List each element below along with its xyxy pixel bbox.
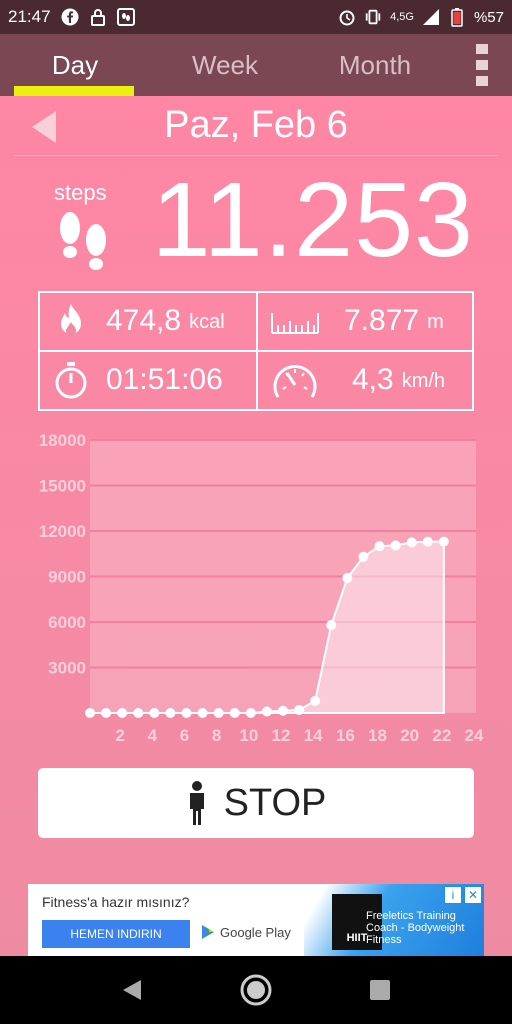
x-tick-label: 18 [368,726,387,745]
x-tick-label: 10 [239,726,258,745]
person-icon [189,781,204,825]
chart-point [261,706,272,717]
ad-info-icon[interactable]: i [444,886,462,904]
chart-point [342,573,353,584]
ad-title: Fitness'a hazır mısınız? [42,894,190,910]
flame-icon [61,304,81,336]
back-nav-icon[interactable] [112,970,152,1010]
steps-by-hour-chart: 3000600090001200015000180002 4 6 8 10 12 14 16 1… [39,431,484,745]
y-tick-label: 12000 [39,522,86,541]
chart-point [165,708,176,718]
vibrate-icon [364,8,382,26]
home-nav-icon[interactable] [236,970,276,1010]
ad-description: Freeletics Training Coach - Bodyweight F… [366,910,465,946]
y-tick-label: 15000 [39,477,86,496]
ad-close-icon[interactable]: ✕ [464,886,482,904]
chart-point [326,620,337,631]
x-tick-label: 6 [180,726,189,745]
calories-value: 474,8 [106,304,182,337]
ad-badges: i ✕ [444,886,482,904]
y-tick-label: 3000 [48,659,86,678]
chart-point [294,704,305,715]
date-title: Paz, Feb 6 [164,104,348,146]
ruler-icon [271,313,319,334]
signal-icon [422,8,440,26]
x-tick-label: 2 [115,726,124,745]
chart-point [245,708,256,718]
calories-unit: kcal [189,310,225,333]
x-tick-label: 24 [465,726,484,745]
speedometer-icon [273,365,317,398]
steps-block: steps 11.253 [40,161,480,280]
chart-point [390,540,401,551]
chart-point [310,695,321,706]
distance-stat: 7.877 m [344,293,444,349]
chart-point [101,708,112,718]
status-bar: 21:47 4,5G %57 [0,0,512,34]
chart-point [229,708,240,718]
chart-point [406,537,417,548]
lock-icon [89,8,107,26]
ad-banner[interactable]: Fitness'a hazır mısınız? HEMEN INDIRIN G… [28,884,484,956]
speed-unit: km/h [401,369,446,392]
chart-point [117,708,128,718]
tab-week[interactable]: Week [150,34,300,96]
chart-point [358,551,369,562]
store-name: Google Play [220,924,291,940]
x-tick-label: 14 [304,726,323,745]
tab-month[interactable]: Month [300,34,450,96]
x-tick-label: 12 [272,726,291,745]
chart-point [181,708,192,718]
google-play-badge: Google Play [200,924,291,940]
y-tick-label: 9000 [48,568,86,587]
chart-point [197,708,208,718]
tab-bar: Day Week Month [0,34,512,96]
y-tick-label: 18000 [39,431,86,450]
stopwatch-icon [55,362,87,399]
date-bar: Paz, Feb 6 [14,98,498,156]
duration-value: 01:51:06 [106,363,223,396]
battery-level: %57 [473,8,504,26]
ad-install-button[interactable]: HEMEN INDIRIN [42,920,190,948]
network-type: 4,5G [390,11,414,23]
battery-icon [448,8,466,27]
footprints-icon [60,212,106,270]
distance-value: 7.877 [344,304,420,337]
chart-point [133,708,144,718]
chart-point [422,536,433,547]
y-tick-label: 6000 [48,613,86,632]
stop-button-label: STOP [223,781,327,824]
distance-unit: m [427,310,444,333]
chart-point [438,536,449,547]
chart-point [213,708,224,718]
chart-point [149,708,160,718]
calories-stat: 474,8 kcal [106,293,225,349]
overflow-menu-icon[interactable] [474,44,490,86]
facebook-icon [61,8,79,26]
x-tick-label: 4 [148,726,158,745]
stop-button[interactable]: STOP [38,768,474,838]
chart-point [278,705,288,716]
alarm-icon [338,8,356,26]
x-tick-label: 8 [212,726,221,745]
duration-stat: 01:51:06 [106,352,223,408]
tab-day[interactable]: Day [0,34,150,96]
clock: 21:47 [8,7,51,26]
x-tick-label: 22 [432,726,451,745]
steps-count: 11.253 [151,161,474,279]
x-tick-label: 20 [400,726,419,745]
steps-label: steps [54,180,107,205]
chart-point [85,708,95,718]
google-play-icon [202,925,214,939]
recents-nav-icon[interactable] [360,970,400,1010]
chart-point [374,541,385,552]
hiit-logo-text: HIIT [346,932,368,944]
x-tick-label: 16 [336,726,355,745]
steps-notification-icon [116,8,135,26]
stats-grid: 474,8 kcal 7.877 m 01:51:06 4,3 km/h [38,291,474,411]
navigation-bar [0,956,512,1024]
speed-value: 4,3 [352,363,394,396]
speed-stat: 4,3 km/h [352,352,445,408]
